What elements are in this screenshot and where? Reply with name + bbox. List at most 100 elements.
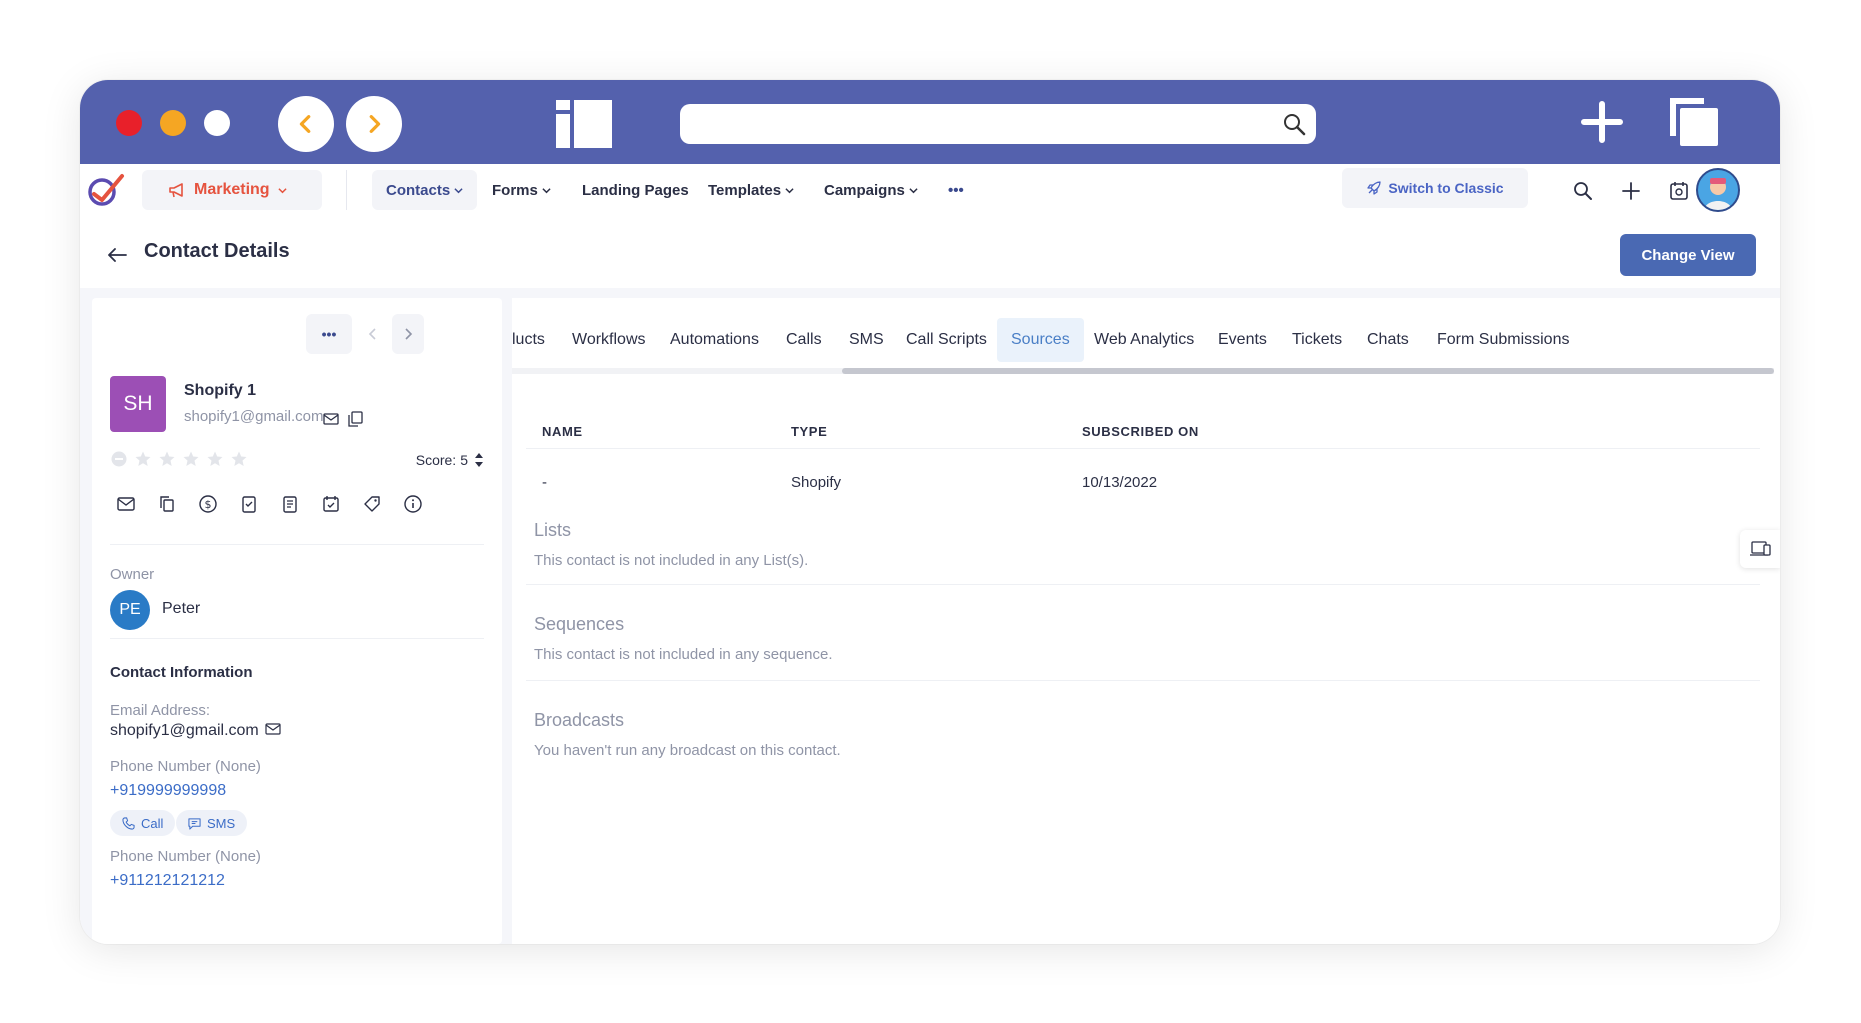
star-icon[interactable] — [158, 450, 176, 468]
close-window-dot[interactable] — [116, 110, 142, 136]
preview-panel-button[interactable] — [1740, 530, 1780, 568]
switch-to-classic-button[interactable]: Switch to Classic — [1342, 168, 1528, 208]
tab-calls[interactable]: Calls — [772, 318, 836, 362]
mail-icon[interactable] — [265, 722, 281, 736]
contact-detail-panel: lucts Workflows Automations Calls SMS Ca… — [512, 298, 1780, 944]
phone-number-value[interactable]: +911212121212 — [110, 872, 225, 890]
section-divider — [110, 638, 484, 639]
sidebar-toggle-icon[interactable] — [556, 100, 612, 148]
column-header-type: TYPE — [791, 424, 828, 439]
contact-information-title: Contact Information — [110, 664, 253, 681]
lists-empty-text: This contact is not included in any List… — [534, 552, 809, 569]
note-action-icon[interactable] — [278, 492, 302, 516]
nav-more-button[interactable]: ••• — [934, 170, 978, 210]
browser-toolbar — [80, 80, 1780, 164]
source-subscribed-cell: 10/13/2022 — [1082, 474, 1158, 491]
star-icon[interactable] — [230, 450, 248, 468]
lists-title: Lists — [534, 520, 572, 540]
chevron-right-icon — [405, 328, 413, 340]
nav-item-contacts[interactable]: Contacts — [372, 170, 478, 210]
chevron-left-icon — [299, 115, 311, 133]
call-button[interactable]: Call — [110, 810, 176, 836]
task-action-icon[interactable] — [237, 492, 261, 516]
owner-name[interactable]: Peter — [162, 600, 200, 618]
star-icon[interactable] — [134, 450, 152, 468]
tab-web-analytics[interactable]: Web Analytics — [1080, 318, 1208, 362]
star-icon[interactable] — [206, 450, 224, 468]
contact-name: Shopify 1 — [184, 382, 257, 399]
copy-icon[interactable] — [346, 410, 364, 428]
page-header: Contact Details Change View — [80, 218, 1780, 288]
sms-button[interactable]: SMS — [176, 810, 248, 836]
phone-number-value[interactable]: +919999999998 — [110, 782, 226, 800]
score-label: Score: — [415, 452, 457, 468]
browser-back-button[interactable] — [278, 96, 334, 152]
browser-window: Marketing Contacts Forms Landing Pages T… — [80, 80, 1780, 944]
tab-automations[interactable]: Automations — [656, 318, 773, 362]
next-contact-button[interactable] — [392, 314, 424, 354]
contact-email: shopify1@gmail.com — [184, 408, 324, 425]
add-icon[interactable] — [1620, 180, 1642, 202]
tab-workflows[interactable]: Workflows — [558, 318, 660, 362]
column-header-subscribed-on: SUBSCRIBED ON — [1082, 424, 1199, 439]
search-icon[interactable] — [1572, 180, 1594, 202]
email-address-text[interactable]: shopify1@gmail.com — [110, 722, 259, 739]
maximize-window-dot[interactable] — [204, 110, 230, 136]
address-bar[interactable] — [680, 104, 1316, 144]
mail-icon[interactable] — [322, 410, 340, 428]
search-icon — [1284, 114, 1306, 136]
new-tab-icon[interactable] — [1580, 100, 1624, 144]
tab-sms[interactable]: SMS — [835, 318, 898, 362]
user-avatar[interactable] — [1696, 168, 1740, 212]
tabs-scrollbar-thumb[interactable] — [842, 368, 1774, 374]
sms-label: SMS — [207, 815, 236, 831]
more-dots-icon: ••• — [948, 181, 964, 199]
app-logo-icon[interactable] — [86, 172, 126, 208]
module-switcher[interactable]: Marketing — [142, 170, 322, 210]
score-control[interactable]: Score: 5 — [416, 450, 484, 470]
source-type-cell: Shopify — [791, 474, 842, 491]
browser-forward-button[interactable] — [346, 96, 402, 152]
copy-action-icon[interactable] — [155, 492, 179, 516]
tab-form-submissions[interactable]: Form Submissions — [1423, 318, 1583, 362]
chevron-down-icon — [909, 187, 918, 193]
tab-events[interactable]: Events — [1204, 318, 1281, 362]
email-address-label: Email Address: — [110, 702, 211, 719]
nav-item-templates[interactable]: Templates — [694, 170, 808, 210]
chevron-down-icon — [785, 187, 794, 193]
nav-item-label: Campaigns — [824, 181, 905, 199]
nav-item-forms[interactable]: Forms — [478, 170, 565, 210]
score-value: 5 — [460, 452, 468, 468]
tag-action-icon[interactable] — [360, 492, 384, 516]
laptop-icon — [1750, 541, 1771, 556]
contact-more-button[interactable]: ••• — [306, 314, 352, 354]
deal-action-icon[interactable]: $ — [196, 492, 220, 516]
minimize-window-dot[interactable] — [160, 110, 186, 136]
star-icon[interactable] — [182, 450, 200, 468]
tab-call-scripts[interactable]: Call Scripts — [892, 318, 1001, 362]
email-action-icon[interactable] — [114, 492, 138, 516]
module-label: Marketing — [194, 181, 270, 198]
calendar-icon[interactable] — [1668, 180, 1690, 202]
info-action-icon[interactable] — [401, 492, 425, 516]
tab-sources[interactable]: Sources — [997, 318, 1084, 362]
chevron-right-icon — [369, 115, 381, 133]
meeting-action-icon[interactable] — [319, 492, 343, 516]
tabs-overview-icon[interactable] — [1666, 94, 1722, 150]
clear-rating-icon[interactable] — [110, 450, 128, 468]
nav-item-campaigns[interactable]: Campaigns — [810, 170, 932, 210]
page-title: Contact Details — [144, 240, 290, 262]
tab-products[interactable]: lucts — [512, 318, 559, 362]
tab-chats[interactable]: Chats — [1353, 318, 1423, 362]
tab-tickets[interactable]: Tickets — [1278, 318, 1356, 362]
nav-item-label: Templates — [708, 181, 782, 199]
previous-contact-button[interactable] — [358, 314, 388, 354]
nav-item-label: Contacts — [386, 181, 451, 199]
chevron-down-icon — [542, 187, 551, 193]
score-stepper-icon[interactable] — [474, 450, 484, 470]
nav-item-landing-pages[interactable]: Landing Pages — [568, 170, 703, 210]
nav-item-label: Landing Pages — [582, 181, 689, 199]
change-view-button[interactable]: Change View — [1620, 234, 1756, 276]
back-arrow-icon[interactable] — [106, 246, 128, 264]
star-rating[interactable] — [110, 450, 248, 468]
